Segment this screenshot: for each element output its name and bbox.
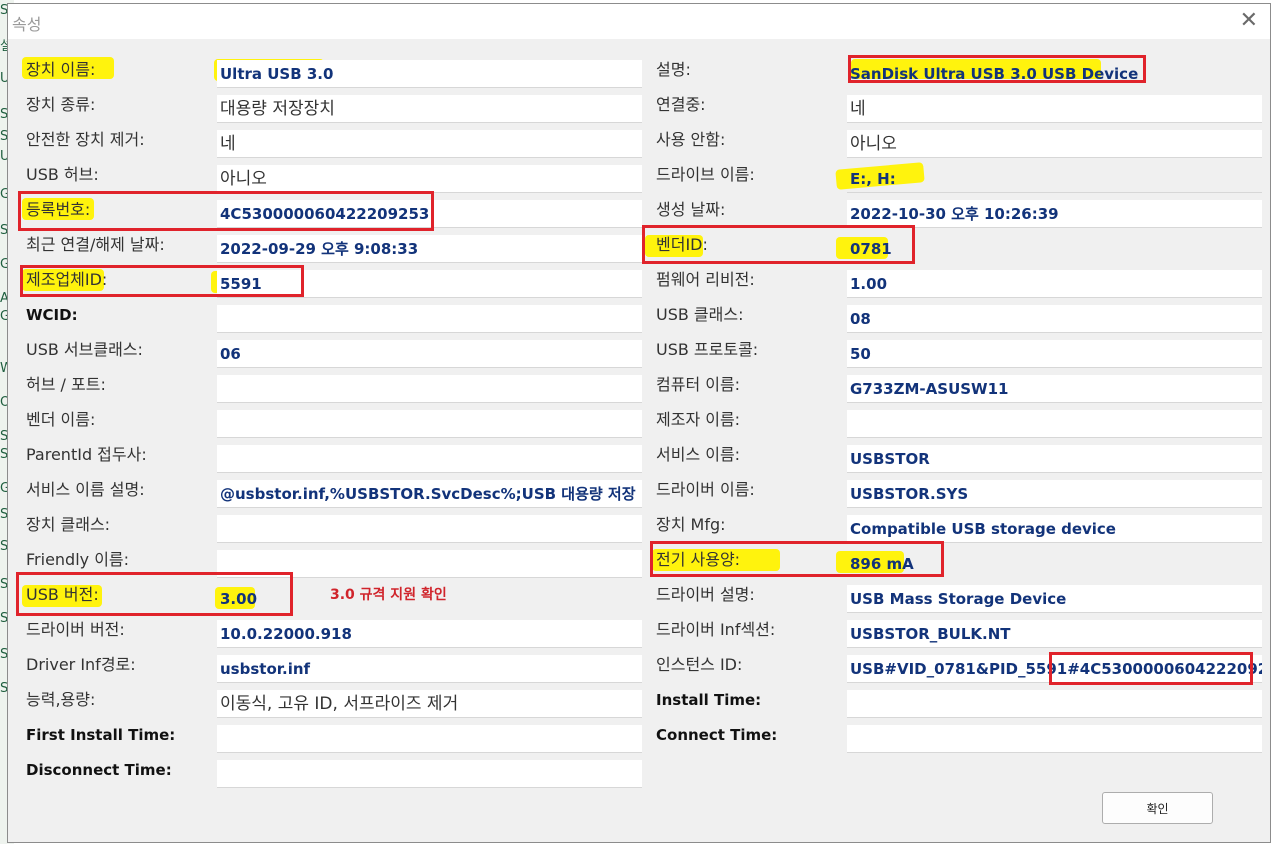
field-value[interactable]: USB Mass Storage Device	[847, 585, 1262, 613]
field-label: 벤더 이름:	[26, 410, 96, 429]
field-label: 서비스 이름:	[656, 445, 741, 464]
field-value[interactable]: usbstor.inf	[217, 655, 642, 683]
dialog-title: 속성	[12, 15, 42, 34]
field-label: 드라이버 설명:	[656, 585, 755, 604]
field-value[interactable]: 4C530000060422209253	[217, 200, 642, 228]
field-label: First Install Time:	[26, 726, 176, 744]
field-value[interactable]	[847, 690, 1262, 718]
field-label: 최근 연결/해제 날짜:	[26, 235, 165, 254]
field-label: 장치 종류:	[26, 95, 96, 114]
field-label: ParentId 접두사:	[26, 445, 147, 464]
field-label: 사용 안함:	[656, 130, 726, 149]
field-label: 장치 Mfg:	[656, 515, 726, 534]
field-value[interactable]: USBSTOR_BULK.NT	[847, 620, 1262, 648]
field-value[interactable]: Compatible USB storage device	[847, 515, 1262, 543]
field-value[interactable]: 대용량 저장장치	[217, 95, 642, 123]
field-value[interactable]: 5591	[217, 270, 642, 298]
field-label: 드라이버 이름:	[656, 480, 755, 499]
field-label: WCID:	[26, 306, 78, 324]
field-label: 연결중:	[656, 95, 706, 114]
field-label: USB 프로토콜:	[656, 340, 759, 359]
field-label: 안전한 장치 제거:	[26, 130, 145, 149]
field-label: 인스턴스 ID:	[656, 655, 743, 674]
field-value[interactable]: 네	[217, 130, 642, 158]
field-value[interactable]	[217, 760, 642, 788]
field-value[interactable]: 1.00	[847, 270, 1262, 298]
field-value[interactable]: 0781	[847, 235, 1262, 263]
field-value[interactable]: 2022-09-29 오후 9:08:33	[217, 235, 642, 263]
field-value[interactable]: 08	[847, 305, 1262, 333]
field-label: Friendly 이름:	[26, 550, 130, 569]
field-label: 장치 클래스:	[26, 515, 111, 534]
field-label: 제조자 이름:	[656, 410, 741, 429]
field-value[interactable]: USBSTOR	[847, 445, 1262, 473]
annotation-note: 3.0 규격 지원 확인	[330, 587, 447, 603]
field-label: Driver Inf경로:	[26, 655, 136, 674]
field-value[interactable]: 아니오	[847, 130, 1262, 158]
field-value[interactable]: E:, H:	[847, 165, 1262, 193]
field-value[interactable]	[217, 515, 642, 543]
field-value[interactable]	[217, 725, 642, 753]
field-value[interactable]: 2022-10-30 오후 10:26:39	[847, 200, 1262, 228]
field-value[interactable]	[217, 550, 642, 578]
field-value[interactable]	[217, 375, 642, 403]
properties-content: 장치 이름: Ultra USB 3.0 장치 종류: 대용량 저장장치 안전한…	[8, 39, 1270, 842]
field-label: USB 허브:	[26, 165, 99, 184]
field-value[interactable]	[847, 410, 1262, 438]
field-label: 설명:	[656, 60, 691, 79]
field-value[interactable]: 네	[847, 95, 1262, 123]
field-value[interactable]: 06	[217, 340, 642, 368]
field-value[interactable]	[217, 445, 642, 473]
field-label: 벤더ID:	[656, 235, 708, 254]
field-label: 전기 사용양:	[656, 550, 741, 569]
field-label: Connect Time:	[656, 726, 778, 744]
field-label: 드라이버 Inf섹션:	[656, 620, 776, 639]
field-value[interactable]: @usbstor.inf,%USBSTOR.SvcDesc%;USB 대용량 저…	[217, 480, 642, 508]
field-value[interactable]: SanDisk Ultra USB 3.0 USB Device	[847, 60, 1262, 88]
field-value[interactable]: 50	[847, 340, 1262, 368]
field-label: 장치 이름:	[26, 60, 96, 79]
field-value[interactable]: USBSTOR.SYS	[847, 480, 1262, 508]
field-label: 제조업체ID:	[26, 270, 108, 289]
field-value[interactable]: 896 mA	[847, 550, 1262, 578]
field-label: Install Time:	[656, 691, 762, 709]
field-value[interactable]	[847, 725, 1262, 753]
ok-button[interactable]: 확인	[1102, 792, 1213, 824]
title-bar: 속성 ✕	[8, 4, 1270, 39]
field-label: 능력,용량:	[26, 690, 96, 709]
properties-dialog: 속성 ✕ 장치 이름: Ultra USB 3.0 장치 종류: 대용량 저장장…	[7, 3, 1271, 843]
field-label: USB 버전:	[26, 585, 99, 604]
field-label: 등록번호:	[26, 200, 91, 219]
field-label: USB 서브클래스:	[26, 340, 143, 359]
field-label: 생성 날짜:	[656, 200, 726, 219]
field-label: USB 클래스:	[656, 305, 744, 324]
field-label: 허브 / 포트:	[26, 375, 106, 394]
field-value[interactable]: G733ZM-ASUSW11	[847, 375, 1262, 403]
field-value[interactable]: 10.0.22000.918	[217, 620, 642, 648]
field-label: 드라이버 버전:	[26, 620, 125, 639]
field-label: 드라이브 이름:	[656, 165, 755, 184]
field-value[interactable]: USB#VID_0781&PID_5591#4C5300000604222092…	[847, 655, 1262, 683]
field-value[interactable]: 이동식, 고유 ID, 서프라이즈 제거	[217, 690, 642, 718]
field-label: 펌웨어 리비전:	[656, 270, 755, 289]
field-value[interactable]	[217, 410, 642, 438]
field-value[interactable]	[217, 305, 642, 333]
field-value[interactable]: 아니오	[217, 165, 642, 193]
close-icon[interactable]: ✕	[1240, 8, 1258, 33]
field-label: Disconnect Time:	[26, 761, 172, 779]
field-label: 서비스 이름 설명:	[26, 480, 145, 499]
field-label: 컴퓨터 이름:	[656, 375, 741, 394]
field-value[interactable]: Ultra USB 3.0	[217, 60, 642, 88]
